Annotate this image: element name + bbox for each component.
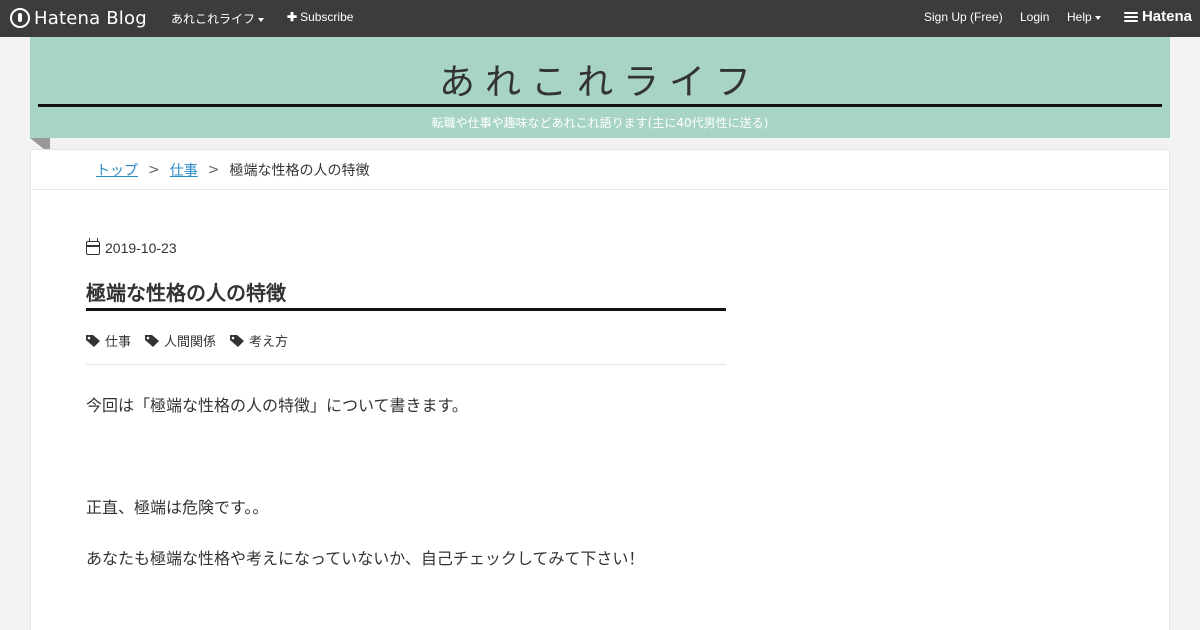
breadcrumb-top-link[interactable]: トップ — [96, 160, 138, 180]
tag-icon — [230, 334, 245, 347]
login-link[interactable]: Login — [1020, 10, 1049, 24]
blog-menu-button[interactable]: あれこれライフ — [171, 10, 265, 27]
blog-description: 転職や仕事や趣味などあれこれ語ります(主に40代男性に送る) — [431, 116, 769, 130]
breadcrumb: トップ > 仕事 > 極端な性格の人の特徴 — [31, 150, 1169, 190]
tag-link[interactable]: 考え方 — [230, 331, 288, 350]
entry-title[interactable]: 極端な性格の人の特徴 — [86, 277, 286, 306]
blog-menu-label: あれこれライフ — [171, 12, 256, 26]
hatena-logo-icon — [10, 8, 30, 28]
caret-down-icon — [258, 17, 265, 22]
breadcrumb-current: 極端な性格の人の特徴 — [229, 162, 370, 179]
global-header: Hatena Blog あれこれライフ ✚ Subscribe Sign Up (… — [0, 0, 1200, 37]
entry-paragraph: 正直、極端は危険です。。 — [86, 498, 269, 517]
tag-link[interactable]: 人間関係 — [145, 331, 216, 350]
breadcrumb-separator: > — [148, 161, 160, 178]
subscribe-label: Subscribe — [300, 10, 354, 24]
tag-label: 人間関係 — [164, 335, 217, 350]
hatena-logo-link[interactable]: Hatena — [1123, 8, 1192, 25]
content-panel: トップ > 仕事 > 極端な性格の人の特徴 2019-10-23 極端な性格の人… — [30, 149, 1170, 630]
tag-label: 仕事 — [105, 335, 132, 350]
logo-text: Hatena Blog — [34, 7, 147, 29]
entry-date[interactable]: 2019-10-23 — [86, 238, 177, 256]
tag-label: 考え方 — [249, 335, 289, 350]
entry-paragraph: あなたも極端な性格や考えになっていないか、自己チェックしてみて下さい！ — [86, 549, 645, 568]
hatena-lines-icon — [1123, 11, 1138, 22]
hatena-label: Hatena — [1141, 8, 1192, 25]
entry-paragraph: 今回は「極端な性格の人の特徴」について書きます。 — [86, 396, 468, 415]
blog-title[interactable]: あれこれライフ — [30, 53, 1170, 105]
breadcrumb-category-link[interactable]: 仕事 — [170, 160, 198, 180]
tag-link[interactable]: 仕事 — [86, 331, 131, 350]
header-divider — [38, 104, 1162, 107]
title-underline — [86, 308, 726, 311]
entry-date-text: 2019-10-23 — [105, 240, 177, 256]
help-label: Help — [1067, 10, 1092, 24]
blog-header: あれこれライフ 転職や仕事や趣味などあれこれ語ります(主に40代男性に送る) — [30, 37, 1170, 138]
tags-divider — [86, 364, 726, 365]
plus-icon: ✚ — [287, 10, 298, 24]
breadcrumb-separator: > — [207, 161, 220, 178]
help-menu-button[interactable]: Help — [1067, 10, 1101, 24]
tag-icon — [145, 334, 160, 347]
calendar-icon — [86, 238, 100, 255]
subscribe-button[interactable]: ✚ Subscribe — [287, 10, 353, 24]
caret-down-icon — [1094, 15, 1101, 20]
entry-tags: 仕事 人間関係 考え方 — [86, 331, 288, 350]
hatena-blog-logo[interactable]: Hatena Blog — [10, 6, 147, 30]
signup-link[interactable]: Sign Up (Free) — [924, 10, 1003, 24]
tag-icon — [86, 334, 100, 347]
